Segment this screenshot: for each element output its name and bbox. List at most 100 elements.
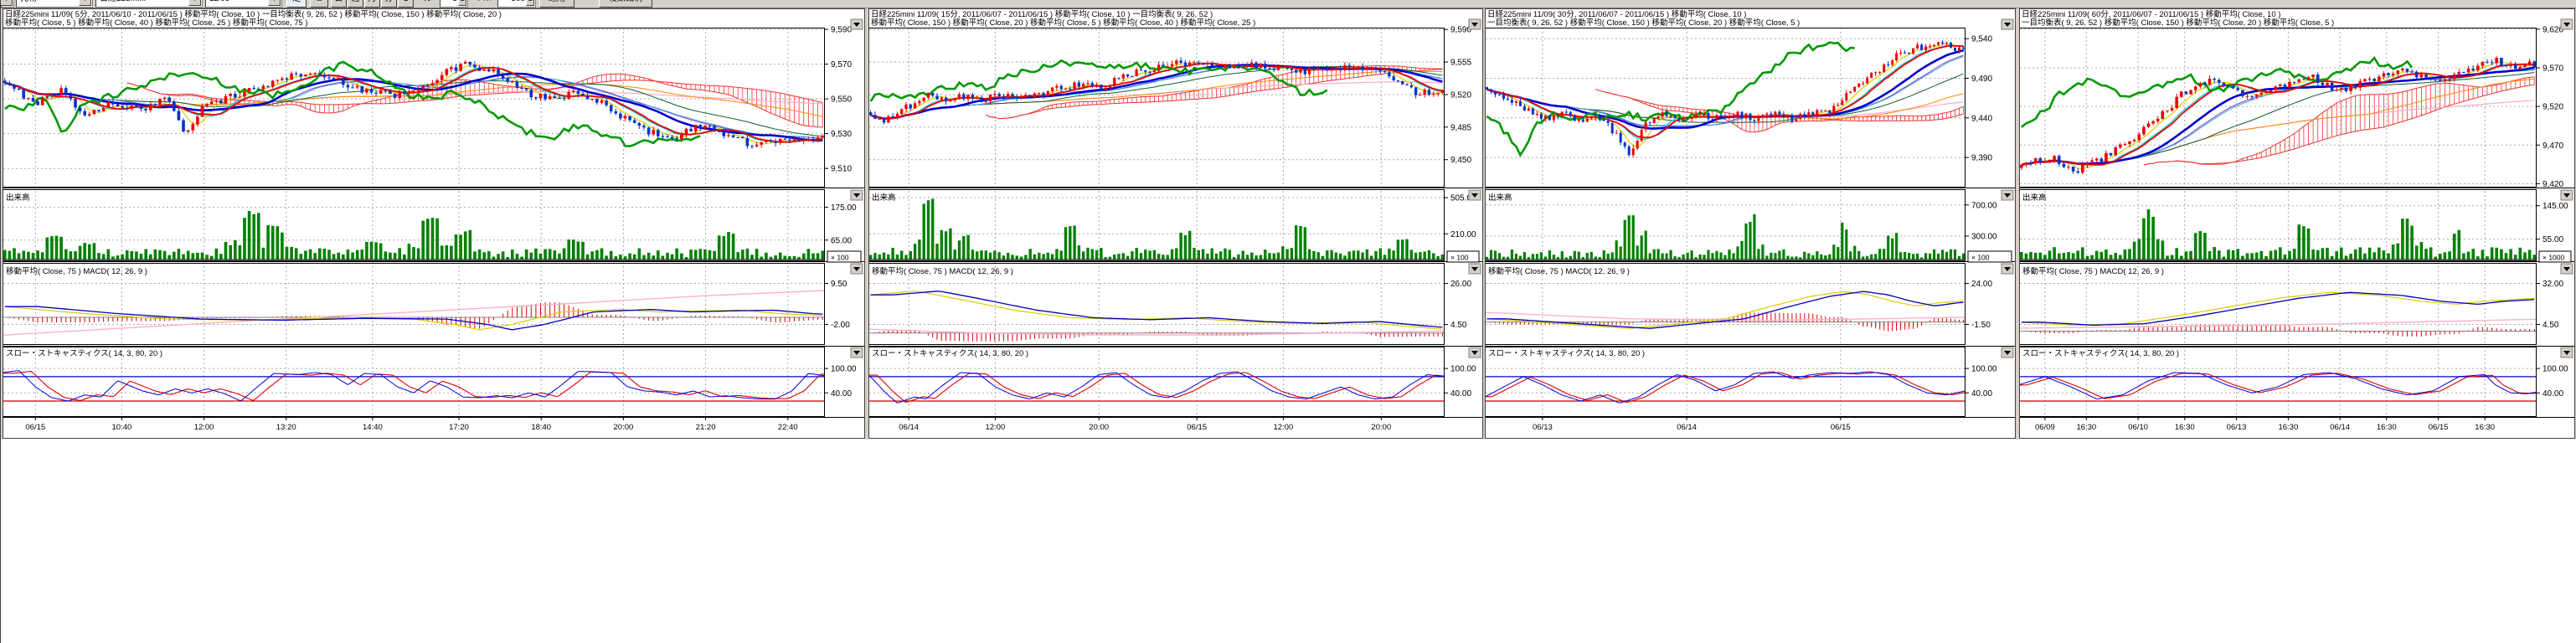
- svg-text:300.00: 300.00: [1971, 233, 1997, 242]
- svg-text:移動平均( Close, 75 ) MACD( 12,: 移動平均( Close, 75 ) MACD( 12, 26, 9 ): [1488, 266, 1630, 276]
- moving-average-lines: [2022, 62, 2534, 168]
- spinner-icon[interactable]: ◢: [458, 0, 466, 6]
- collapse-section-button[interactable]: [851, 347, 863, 358]
- collapse-section-button[interactable]: [2561, 347, 2573, 358]
- svg-text:-1.50: -1.50: [1971, 321, 1991, 330]
- svg-text:× 100: × 100: [1971, 254, 1990, 262]
- moving-average-lines: [5, 65, 822, 143]
- price-axis: 9,5909,5559,5209,4859,450505.00210.0026.…: [1445, 26, 1476, 399]
- chart-svg: 日経225mini 11/09( 5分, 2011/06/10 - 2011/0…: [3, 8, 865, 440]
- svg-text:-2.00: -2.00: [831, 321, 850, 330]
- ichimoku-cloud: [986, 65, 1442, 118]
- svg-text:移動平均( Close, 75 ) MACD( 12,: 移動平均( Close, 75 ) MACD( 12, 26, 9 ): [872, 266, 1013, 276]
- macd-plot[interactable]: [1485, 291, 1965, 332]
- svg-text:9.50: 9.50: [831, 280, 848, 289]
- svg-text:40.00: 40.00: [2543, 389, 2563, 399]
- svg-text:06/13: 06/13: [1533, 423, 1553, 432]
- svg-text:9,440: 9,440: [1971, 114, 1992, 123]
- collapse-section-button[interactable]: [851, 264, 863, 274]
- mini-combo[interactable]: ▼: [1, 0, 14, 8]
- svg-text:4.50: 4.50: [2543, 321, 2559, 330]
- chikou-span-line: [2022, 58, 2412, 127]
- svg-text:100.00: 100.00: [2543, 365, 2568, 374]
- symbol-select[interactable]: 日経225mini▼: [95, 0, 203, 8]
- chikou-span-line: [1487, 43, 1855, 156]
- volume-bars[interactable]: [3, 211, 825, 260]
- stochastics-plot[interactable]: [868, 372, 1445, 403]
- svg-text:9,530: 9,530: [831, 130, 852, 139]
- stochastics-plot[interactable]: [2019, 373, 2537, 401]
- empty-workspace-area: [1, 440, 2576, 643]
- macd-plot[interactable]: [3, 291, 825, 335]
- chart-style-icon[interactable]: ⧉: [310, 0, 328, 8]
- svg-text:06/15: 06/15: [25, 423, 45, 432]
- svg-text:9,570: 9,570: [2543, 64, 2563, 73]
- minute-unit-label: 分: [420, 0, 436, 8]
- multi-symbol-button[interactable]: 複数銘柄: [599, 0, 652, 8]
- svg-text:40.00: 40.00: [1971, 389, 1992, 399]
- svg-text:12:00: 12:00: [985, 423, 1005, 432]
- svg-text:100.00: 100.00: [831, 365, 857, 374]
- collapse-section-button[interactable]: [2561, 190, 2573, 200]
- period-minute-button[interactable]: 分: [381, 0, 397, 8]
- candlestick-plot[interactable]: [2020, 56, 2536, 174]
- apply-button[interactable]: 適用: [539, 0, 574, 8]
- collapse-section-button[interactable]: [1469, 347, 1481, 358]
- collapse-section-button[interactable]: [2002, 190, 2013, 200]
- svg-text:20:00: 20:00: [1089, 423, 1109, 432]
- svg-text:スロー・ストキャスティクス( 14, 3, 80, 20 ): スロー・ストキャスティクス( 14, 3, 80, 20 ): [6, 349, 162, 358]
- macd-plot[interactable]: [868, 291, 1445, 342]
- period-1-button[interactable]: 1: [398, 0, 414, 8]
- section-labels: 出来高移動平均( Close, 75 ) MACD( 12, 26, 9 )スロ…: [2022, 193, 2179, 358]
- collapse-section-button[interactable]: [851, 19, 863, 29]
- stochastics-plot[interactable]: [1485, 372, 1965, 403]
- macd-plot[interactable]: [2019, 292, 2537, 337]
- price-axis: 9,5409,4909,4409,390700.00300.0024.00-1.…: [1965, 35, 1997, 399]
- chevron-down-icon[interactable]: ▼: [188, 0, 201, 6]
- period-monthly-button[interactable]: 月: [364, 0, 380, 8]
- chevron-down-icon[interactable]: ▼: [268, 0, 281, 6]
- collapse-section-button[interactable]: [1469, 190, 1481, 200]
- svg-text:21:20: 21:20: [696, 423, 716, 432]
- svg-text:9,555: 9,555: [1450, 59, 1471, 68]
- collapse-section-button[interactable]: [1469, 264, 1481, 274]
- svg-text:4.50: 4.50: [1450, 321, 1467, 330]
- svg-text:× 1000: × 1000: [2543, 254, 2565, 262]
- volume-bars[interactable]: [868, 199, 1445, 260]
- chart-header: 日経225mini 11/09( 15分, 2011/06/07 - 2011/…: [871, 9, 1255, 28]
- market-select[interactable]: 先物▼: [16, 0, 93, 8]
- spinner-icon[interactable]: ◢: [526, 0, 534, 6]
- collapse-section-button[interactable]: [2002, 19, 2013, 29]
- volume-bars[interactable]: [1485, 214, 1965, 260]
- bars-count-input[interactable]: 500◢: [497, 0, 536, 8]
- svg-text:9,520: 9,520: [1450, 90, 1471, 100]
- period-weekly-button[interactable]: 週: [348, 0, 363, 8]
- collapse-section-button[interactable]: [2002, 347, 2013, 358]
- svg-text:06/13: 06/13: [2227, 423, 2247, 432]
- svg-text:16:30: 16:30: [2278, 423, 2298, 432]
- volume-multiplier-badge: × 100: [1968, 251, 2012, 262]
- collapse-section-button[interactable]: [1469, 19, 1481, 29]
- svg-text:移動平均( Close, 150 ) 移動平均( Clo: 移動平均( Close, 150 ) 移動平均( Close, 20 ) 移動平…: [871, 18, 1255, 28]
- svg-text:22:40: 22:40: [778, 423, 798, 432]
- price-axis: 9,5909,5709,5509,5309,510175.0065.009.50…: [825, 26, 857, 399]
- bar-type-button[interactable]: 足: [286, 0, 307, 8]
- svg-text:40.00: 40.00: [1450, 389, 1471, 399]
- chevron-down-icon[interactable]: ▼: [79, 0, 91, 6]
- interval-input[interactable]: 5◢: [440, 0, 468, 8]
- collapse-section-button[interactable]: [2561, 264, 2573, 274]
- collapse-section-button[interactable]: [2561, 19, 2573, 29]
- svg-text:9,390: 9,390: [1971, 154, 1992, 163]
- candlestick-plot[interactable]: [1486, 40, 1965, 157]
- stochastics-plot[interactable]: [3, 371, 825, 401]
- collapse-section-button[interactable]: [851, 190, 863, 200]
- contract-month-select[interactable]: 11/09▼: [205, 0, 282, 8]
- svg-text:06/15: 06/15: [1187, 423, 1207, 432]
- collapse-section-button[interactable]: [2002, 264, 2013, 274]
- chevron-down-icon[interactable]: ▼: [1, 0, 13, 6]
- svg-text:9,470: 9,470: [2543, 141, 2563, 151]
- svg-text:17:20: 17:20: [449, 423, 469, 432]
- volume-bars[interactable]: [2019, 209, 2537, 260]
- period-daily-button[interactable]: 日: [331, 0, 347, 8]
- svg-text:18:40: 18:40: [531, 423, 551, 432]
